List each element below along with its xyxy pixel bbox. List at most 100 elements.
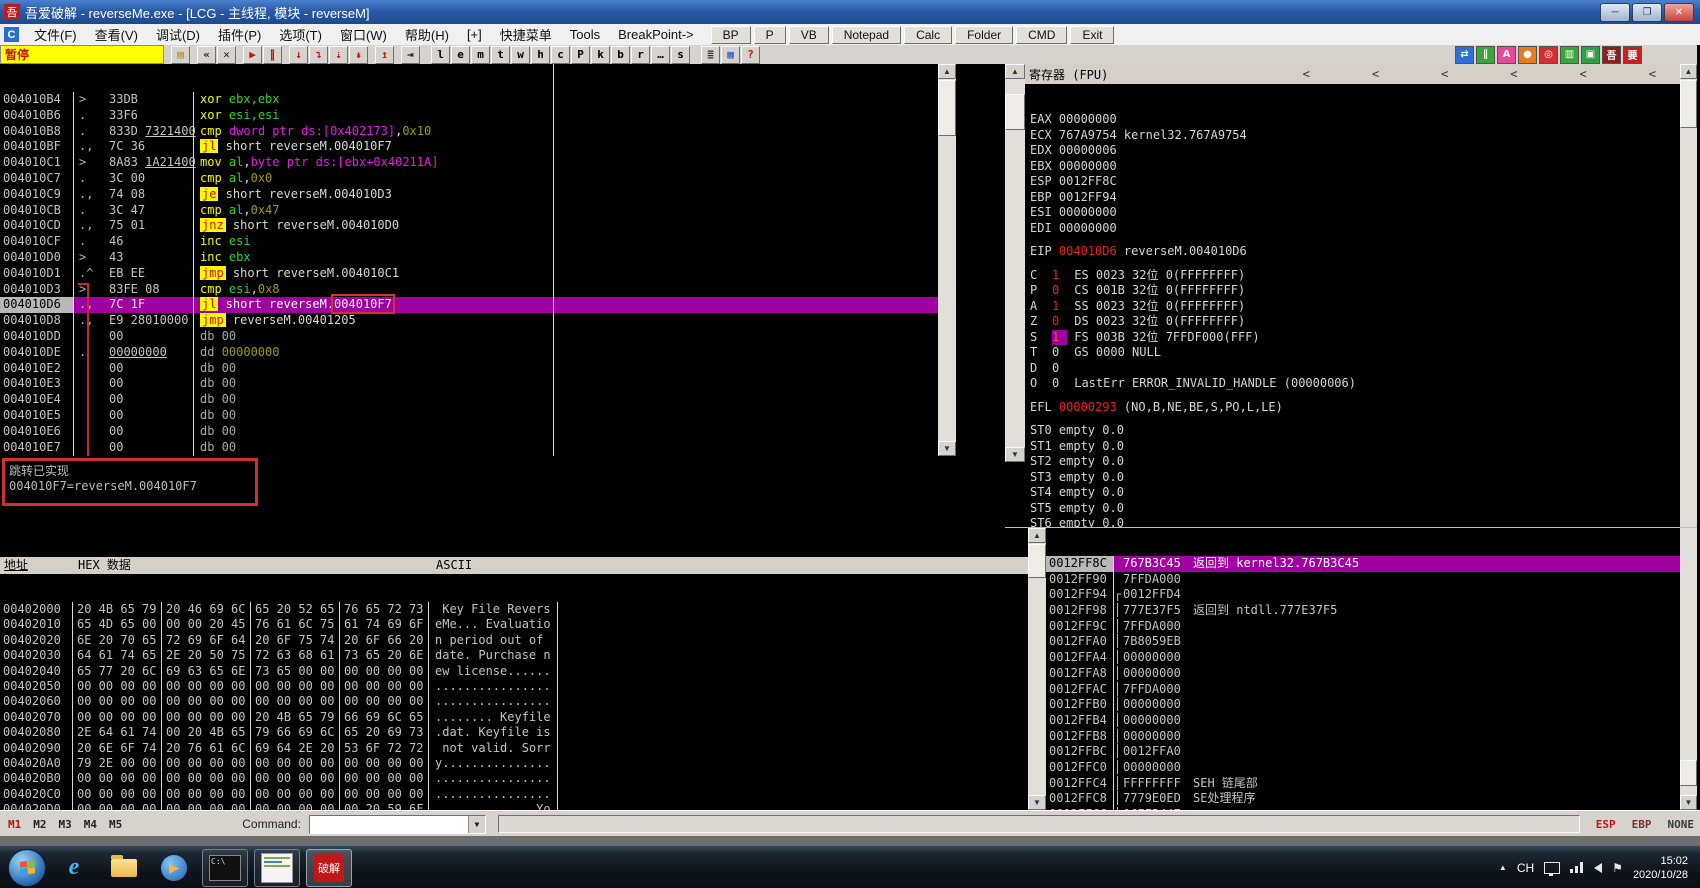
disasm-row[interactable]: 004010B6.33F6xor esi,esi bbox=[0, 108, 938, 124]
register-line-o[interactable]: O0 LastErr ERROR_INVALID_HANDLE (0000000… bbox=[1025, 376, 1680, 392]
menu-item-plugins[interactable]: 插件(P) bbox=[209, 24, 270, 45]
toolbar-open-file[interactable]: ▤ bbox=[171, 46, 190, 64]
scroll-thumb[interactable] bbox=[1005, 94, 1025, 130]
dump-row[interactable]: 0040200020 4B 65 7920 46 69 6C65 20 52 6… bbox=[0, 602, 1028, 617]
toolbar-help[interactable]: ? bbox=[741, 46, 760, 64]
command-input[interactable]: ▼ bbox=[309, 815, 486, 834]
stack-row[interactable]: 0012FF8C 767B3C45返回到 kernel32.767B3C45 bbox=[1046, 556, 1680, 572]
disasm-row[interactable]: 004010E400db 00 bbox=[0, 392, 938, 408]
toolbar-plugin-ball[interactable]: ● bbox=[1518, 46, 1537, 64]
disasm-row[interactable]: 004010E300db 00 bbox=[0, 376, 938, 392]
scroll-up-icon[interactable]: ▲ bbox=[1028, 528, 1046, 543]
toolbar-animate-over[interactable]: ↡ bbox=[349, 46, 368, 64]
toolbar-run[interactable]: ▶ bbox=[243, 46, 262, 64]
hex-dump-pane[interactable]: 地址 HEX 数据 ASCII 0040200020 4B 65 7920 46… bbox=[0, 529, 1028, 810]
toolbar-window-k[interactable]: k bbox=[591, 46, 610, 64]
taskbar-explorer-icon[interactable] bbox=[102, 850, 146, 886]
disasm-row[interactable]: 004010CB.3C 47cmp al,0x47 bbox=[0, 203, 938, 219]
toolbar-window-r[interactable]: r bbox=[631, 46, 650, 64]
toolbar-step-over[interactable]: ↴ bbox=[309, 46, 328, 64]
register-line-esp[interactable]: ESP 0012FF8C bbox=[1025, 174, 1680, 190]
stack-row[interactable]: 0012FFA4│00000000 bbox=[1046, 650, 1680, 666]
menu-item-options[interactable]: 选项(T) bbox=[270, 24, 331, 45]
stack-row[interactable]: 0012FF94┌0012FFD4 bbox=[1046, 587, 1680, 603]
toolbar-window-b[interactable]: b bbox=[611, 46, 630, 64]
register-line-ebp[interactable]: EBP 0012FF94 bbox=[1025, 190, 1680, 206]
disasm-row[interactable]: 004010C9.,74 08je short reverseM.004010D… bbox=[0, 187, 938, 203]
clock[interactable]: 15:02 2020/10/28 bbox=[1633, 854, 1688, 882]
disasm-row[interactable]: 004010E600db 00 bbox=[0, 424, 938, 440]
memory-tab-labels[interactable]: M1M2M3M4M5 bbox=[8, 818, 122, 831]
action-center-flag-icon[interactable]: ⚑ bbox=[1612, 861, 1623, 875]
toolbar-window-l[interactable]: l bbox=[431, 46, 450, 64]
disasm-row[interactable]: 004010BF.,7C 36jl short reverseM.004010F… bbox=[0, 139, 938, 155]
chevron-down-icon[interactable]: ▼ bbox=[468, 816, 485, 833]
hidden-icons-button[interactable]: ▲ bbox=[1499, 863, 1507, 872]
stack-row[interactable]: 0012FFBC│0012FFA0 bbox=[1046, 744, 1680, 760]
disasm-row[interactable]: 004010DD00db 00 bbox=[0, 329, 938, 345]
collapse-arrow-icon[interactable]: < bbox=[1303, 67, 1310, 81]
dump-row[interactable]: 004020D000 00 00 0000 00 00 0000 00 00 0… bbox=[0, 802, 1028, 810]
menubar-button-notepad[interactable]: Notepad bbox=[832, 26, 901, 44]
register-line-st0[interactable]: ST0 empty 0.0 bbox=[1025, 423, 1680, 439]
scroll-thumb[interactable] bbox=[1680, 80, 1697, 128]
registers-header[interactable]: 寄存器 (FPU) <<<<<< bbox=[1025, 64, 1680, 84]
collapse-arrow-icon[interactable]: < bbox=[1649, 67, 1656, 81]
toolbar-go-to-address[interactable]: ⇥ bbox=[401, 46, 420, 64]
toolbar-plugin-wu[interactable]: 吾 bbox=[1602, 46, 1621, 64]
menubar-button-p[interactable]: P bbox=[754, 26, 786, 44]
toolbar-options-list[interactable]: ≣ bbox=[701, 46, 720, 64]
taskbar-ollydbg-icon[interactable]: 破解 bbox=[306, 849, 352, 887]
language-indicator[interactable]: CH bbox=[1517, 861, 1534, 875]
scroll-thumb[interactable] bbox=[938, 80, 956, 136]
toolbar-plugin-screen[interactable]: ▣ bbox=[1581, 46, 1600, 64]
toolbar-window-m[interactable]: m bbox=[471, 46, 490, 64]
stack-row[interactable]: 0012FFB0│00000000 bbox=[1046, 697, 1680, 713]
dump-header-address[interactable]: 地址 bbox=[0, 557, 74, 574]
scroll-up-icon[interactable]: ▲ bbox=[938, 64, 956, 79]
register-line-c[interactable]: C1 ES 0023 32位 0(FFFFFFFF) bbox=[1025, 268, 1680, 284]
stack-row[interactable]: 0012FFA0│7B8059EB bbox=[1046, 634, 1680, 650]
disasm-row[interactable]: 004010B4>33DBxor ebx,ebx bbox=[0, 92, 938, 108]
dump-row[interactable]: 004020802E 64 61 7400 20 4B 6579 66 69 6… bbox=[0, 725, 1028, 740]
stack-row[interactable]: 0012FFB8│00000000 bbox=[1046, 729, 1680, 745]
register-line-s[interactable]: S1 FS 003B 32位 7FFDF000(FFF) bbox=[1025, 330, 1680, 346]
menubar-button-bp[interactable]: BP bbox=[711, 26, 751, 44]
stack-row[interactable]: 0012FF98│777E37F5返回到 ntdll.777E37F5 bbox=[1046, 603, 1680, 619]
dump-row[interactable]: 0040207000 00 00 0000 00 00 0020 4B 65 7… bbox=[0, 710, 1028, 725]
scroll-up-icon[interactable]: ▲ bbox=[1005, 64, 1025, 79]
volume-icon[interactable] bbox=[1594, 863, 1602, 873]
toolbar-window-h[interactable]: h bbox=[531, 46, 550, 64]
register-line-t[interactable]: T0 GS 0000 NULL bbox=[1025, 345, 1680, 361]
menu-item-tools[interactable]: Tools bbox=[561, 24, 609, 45]
stack-pane[interactable]: 0012FF8C 767B3C45返回到 kernel32.767B3C45 00… bbox=[1046, 528, 1680, 810]
toolbar-window-t[interactable]: t bbox=[491, 46, 510, 64]
taskbar-ie-icon[interactable]: e bbox=[52, 850, 96, 886]
toolbar-window-s[interactable]: s bbox=[671, 46, 690, 64]
network-icon[interactable] bbox=[1570, 862, 1584, 873]
dump-row[interactable]: 0040209020 6E 6F 7420 76 61 6C69 64 2E 2… bbox=[0, 741, 1028, 756]
toolbar-plugin-bars[interactable]: ▥ bbox=[1560, 46, 1579, 64]
dump-row[interactable]: 0040201065 4D 65 0000 00 20 4576 61 6C 7… bbox=[0, 617, 1028, 632]
maximize-button[interactable]: ❐ bbox=[1632, 3, 1662, 22]
toolbar-pause[interactable]: ∥ bbox=[263, 46, 282, 64]
scroll-thumb[interactable] bbox=[1680, 760, 1697, 786]
disasm-row[interactable]: 004010DE.00000000dd 00000000 bbox=[0, 345, 938, 361]
register-line-d[interactable]: D0 bbox=[1025, 361, 1680, 377]
toolbar-plugin-analyze[interactable]: A bbox=[1497, 46, 1516, 64]
menubar-button-folder[interactable]: Folder bbox=[955, 26, 1013, 44]
close-button[interactable]: ✕ bbox=[1664, 3, 1694, 22]
menu-item-view[interactable]: 查看(V) bbox=[86, 24, 147, 45]
toolbar-window-P[interactable]: P bbox=[571, 46, 590, 64]
disassembly-scrollbar[interactable]: ▲ ▼ bbox=[938, 64, 956, 456]
taskbar-editor-icon[interactable] bbox=[254, 849, 300, 887]
taskbar-media-player-icon[interactable]: ▶ bbox=[152, 850, 196, 886]
cpu-window-icon[interactable]: C bbox=[4, 27, 19, 42]
stack-row[interactable]: 0012FFA8│00000000 bbox=[1046, 666, 1680, 682]
memory-tab-m3[interactable]: M3 bbox=[59, 818, 72, 831]
dump-row[interactable]: 004020C000 00 00 0000 00 00 0000 00 00 0… bbox=[0, 787, 1028, 802]
collapse-arrow-icon[interactable]: < bbox=[1372, 67, 1379, 81]
menu-item-help[interactable]: 帮助(H) bbox=[396, 24, 458, 45]
stack-row[interactable]: 0012FFC4│FFFFFFFFSEH 链尾部 bbox=[1046, 776, 1680, 792]
toolbar-window-e[interactable]: e bbox=[451, 46, 470, 64]
